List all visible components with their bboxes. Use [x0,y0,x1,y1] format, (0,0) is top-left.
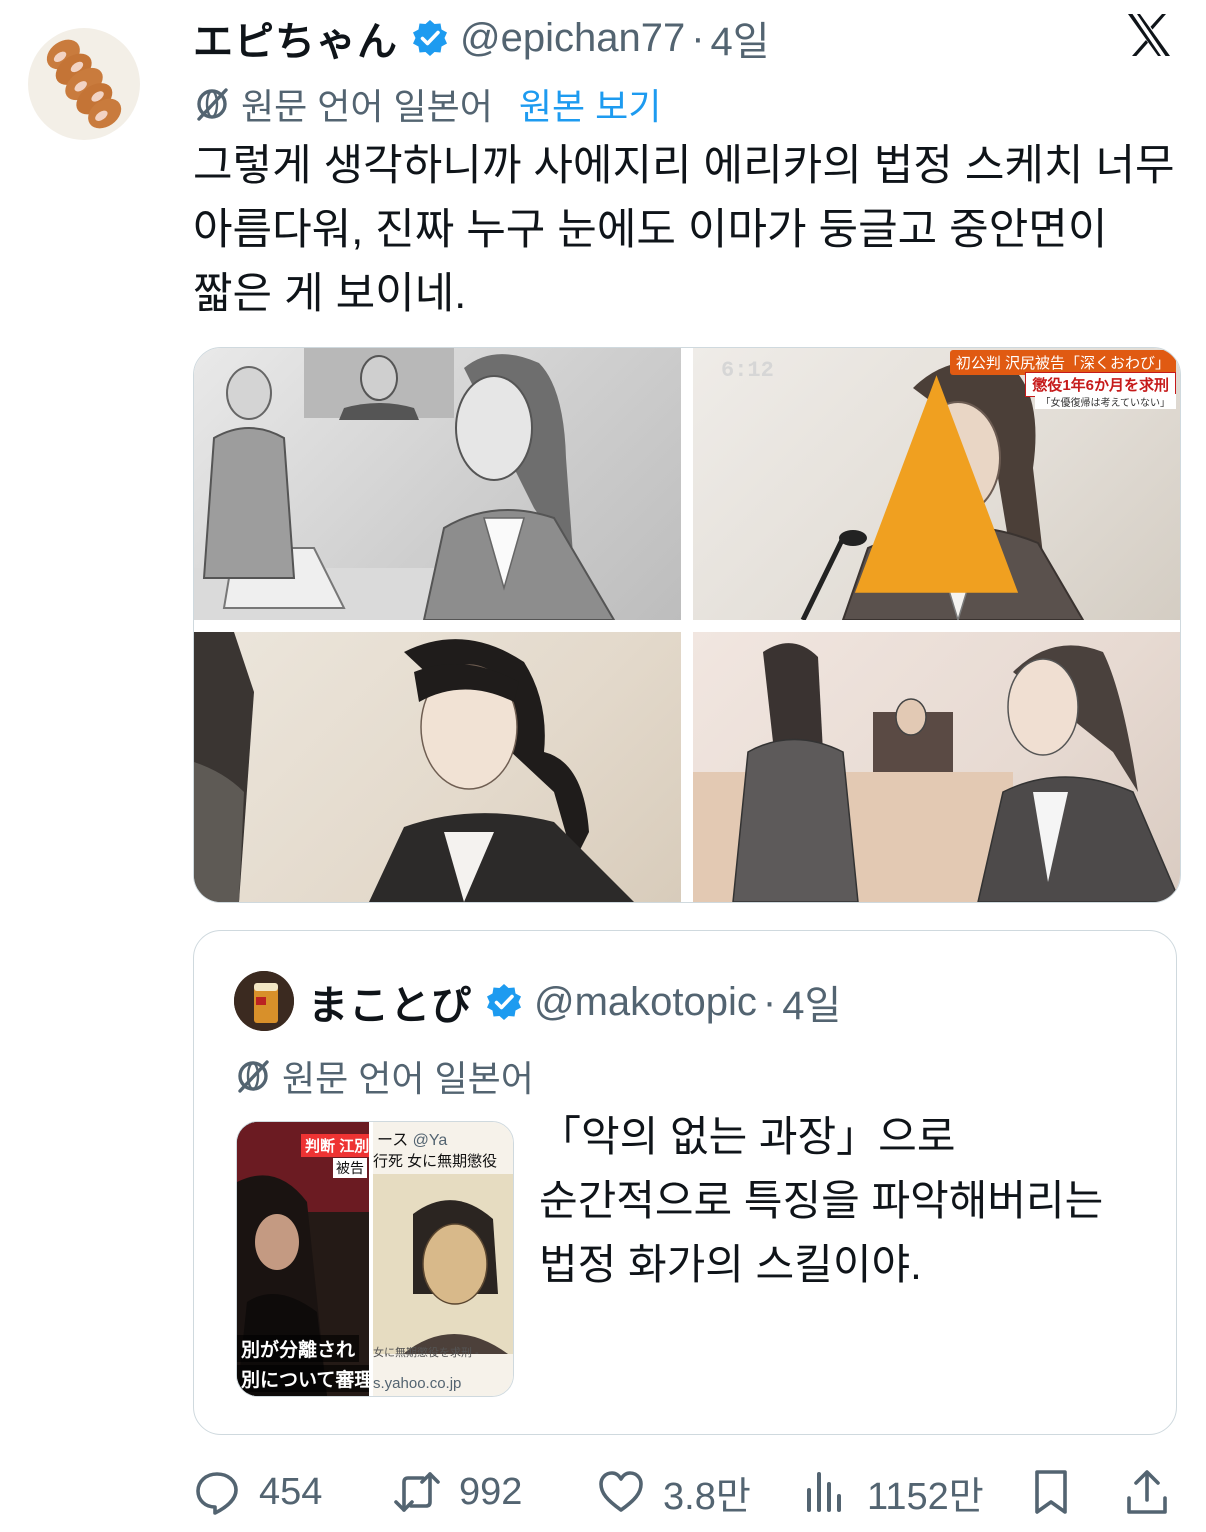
media-image-2[interactable]: 6:12 初公判 沢尻被告「深くおわび」 懲役1年6か月を求刑 「女優復帰は考え… [693,348,1180,620]
bread-illustration [46,39,122,129]
views-button[interactable]: 1152만 [801,1466,984,1518]
beer-glass-image [234,971,294,1031]
media-grid: 6:12 初公判 沢尻被告「深くおわび」 懲役1年6か月を求刑 「女優復帰は考え… [193,347,1181,903]
action-bar: 454 992 3.8만 1152만 [193,1460,1183,1524]
media-image-4[interactable] [693,632,1180,902]
thumbnail-caption-2: 別について審理進 [237,1365,369,1392]
quoted-author-display-name[interactable]: まことぴ [308,973,472,1031]
quoted-post[interactable]: まことぴ @makotopic · 4일 원문 언어 일본어 判断 江別 被告 … [193,930,1177,1435]
share-button[interactable] [1123,1466,1171,1518]
reply-icon [196,1472,238,1515]
news-card-title: 行死 女に無期懲役 [373,1153,498,1170]
tv-clock: 6:12 [721,358,774,383]
courtroom-sketch-color [693,643,1180,902]
share-icon [1127,1470,1167,1514]
bookmark-icon [1035,1470,1067,1514]
author-display-name[interactable]: エピちゃん [193,9,398,67]
courtroom-sketch-pencil [194,348,616,620]
like-count: 3.8만 [663,1475,751,1518]
quoted-post-text: 「악의 없는 과장」으로 순간적으로 특징을 파악해버리는 법정 화가의 스킬이… [539,1113,1104,1288]
media-image-1[interactable] [194,348,681,620]
quoted-author-handle[interactable]: @makotopic [534,980,757,1025]
thumbnail-tag: 判断 江別 [301,1134,369,1157]
media-image-3[interactable] [194,632,681,902]
bookmark-button[interactable] [1027,1466,1075,1518]
author-handle[interactable]: @epichan77 [460,16,685,61]
views-icon [807,1472,841,1512]
tv-news-banner: 初公判 沢尻被告「深くおわび」 懲役1年6か月を求刑 「女優復帰は考えていない」 [949,350,1176,409]
thumbnail-news-photo: 判断 江別 被告 別が分離され 別について審理進 [237,1122,369,1396]
verified-badge-icon[interactable] [484,982,524,1022]
retweet-icon [394,1472,440,1512]
reply-button[interactable]: 454 [193,1466,322,1518]
verified-badge-icon[interactable] [410,18,450,58]
x-logo-icon[interactable] [1124,10,1174,60]
news-card-header: ース @Ya [377,1132,448,1149]
translate-icon [238,1060,269,1093]
quoted-translation-label: 원문 언어 일본어 [282,1058,534,1099]
post-header: エピちゃん @epichan77 · 4일 [193,8,770,68]
like-button[interactable]: 3.8만 [597,1466,751,1518]
translation-row: 원문 언어 일본어 원본 보기 [193,80,661,128]
courtroom-sketch-illustration [194,632,634,902]
avatar-image [28,28,140,140]
quoted-author-avatar[interactable] [234,971,294,1031]
translation-label: 원문 언어 일본어 [241,86,493,127]
news-card-url[interactable]: s.yahoo.co.jp [373,1375,461,1392]
translate-icon [197,88,228,121]
thumbnail-subtag: 被告 [333,1158,367,1178]
quoted-translation-row: 원문 언어 일본어 [234,1053,534,1099]
view-original-link[interactable]: 원본 보기 [519,78,661,130]
post-timestamp[interactable]: 4일 [711,9,770,67]
news-card-caption: 女に無期懲役を求刑 - [373,1347,479,1359]
author-avatar[interactable] [28,14,140,154]
quoted-post-timestamp[interactable]: 4일 [782,973,841,1031]
tv-banner-sub: 「女優復帰は考えていない」 [1034,394,1176,409]
thumbnail-news-card: ース @Ya 行死 女に無期懲役 女に無期懲役を求刑 - s.yahoo.co.… [373,1122,513,1396]
post-text: 그렇게 생각하니까 사에지리 에리카의 법정 스케치 너무 아름다워, 진짜 누… [193,142,1175,318]
like-icon [599,1471,643,1512]
reply-count: 454 [259,1470,323,1513]
retweet-button[interactable]: 992 [393,1466,522,1518]
separator-dot: · [691,15,705,60]
thumbnail-caption-1: 別が分離され [237,1335,360,1362]
retweet-count: 992 [459,1470,523,1513]
court-sketch-face [373,1174,513,1354]
separator-dot: · [762,979,777,1024]
view-count: 1152만 [867,1475,984,1518]
quoted-media-thumbnail[interactable]: 判断 江別 被告 別が分離され 別について審理進 ース @Ya 行死 女に無期懲… [236,1121,514,1397]
quoted-post-header: まことぴ @makotopic · 4일 [308,973,841,1031]
